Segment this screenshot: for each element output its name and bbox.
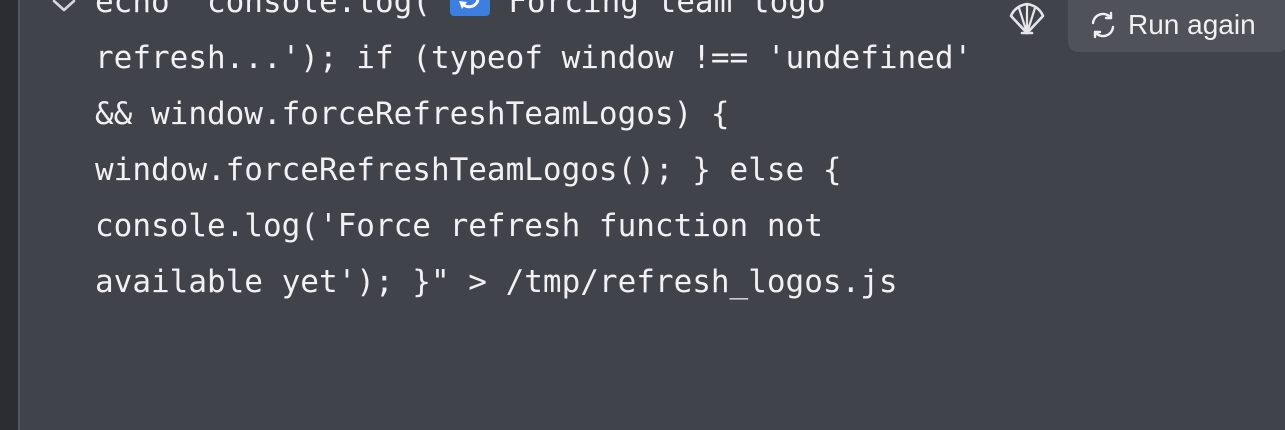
command-text-start: echo "console.log(' [95,0,450,20]
run-again-button[interactable]: Run again [1068,0,1285,52]
refresh-icon [1091,11,1115,39]
command-text-rest: Forcing team logo refresh...'); if (type… [95,0,991,300]
tool-output-view: echo "console.log(' Forcing team logo re… [0,0,1285,430]
chevron-down-icon [52,0,76,12]
run-again-label: Run again [1128,9,1256,40]
command-text: echo "console.log(' Forcing team logo re… [95,0,975,310]
counterclockwise-arrows-button-icon [449,0,490,16]
collapse-toggle[interactable] [50,0,78,18]
shell-icon[interactable] [1005,0,1049,38]
